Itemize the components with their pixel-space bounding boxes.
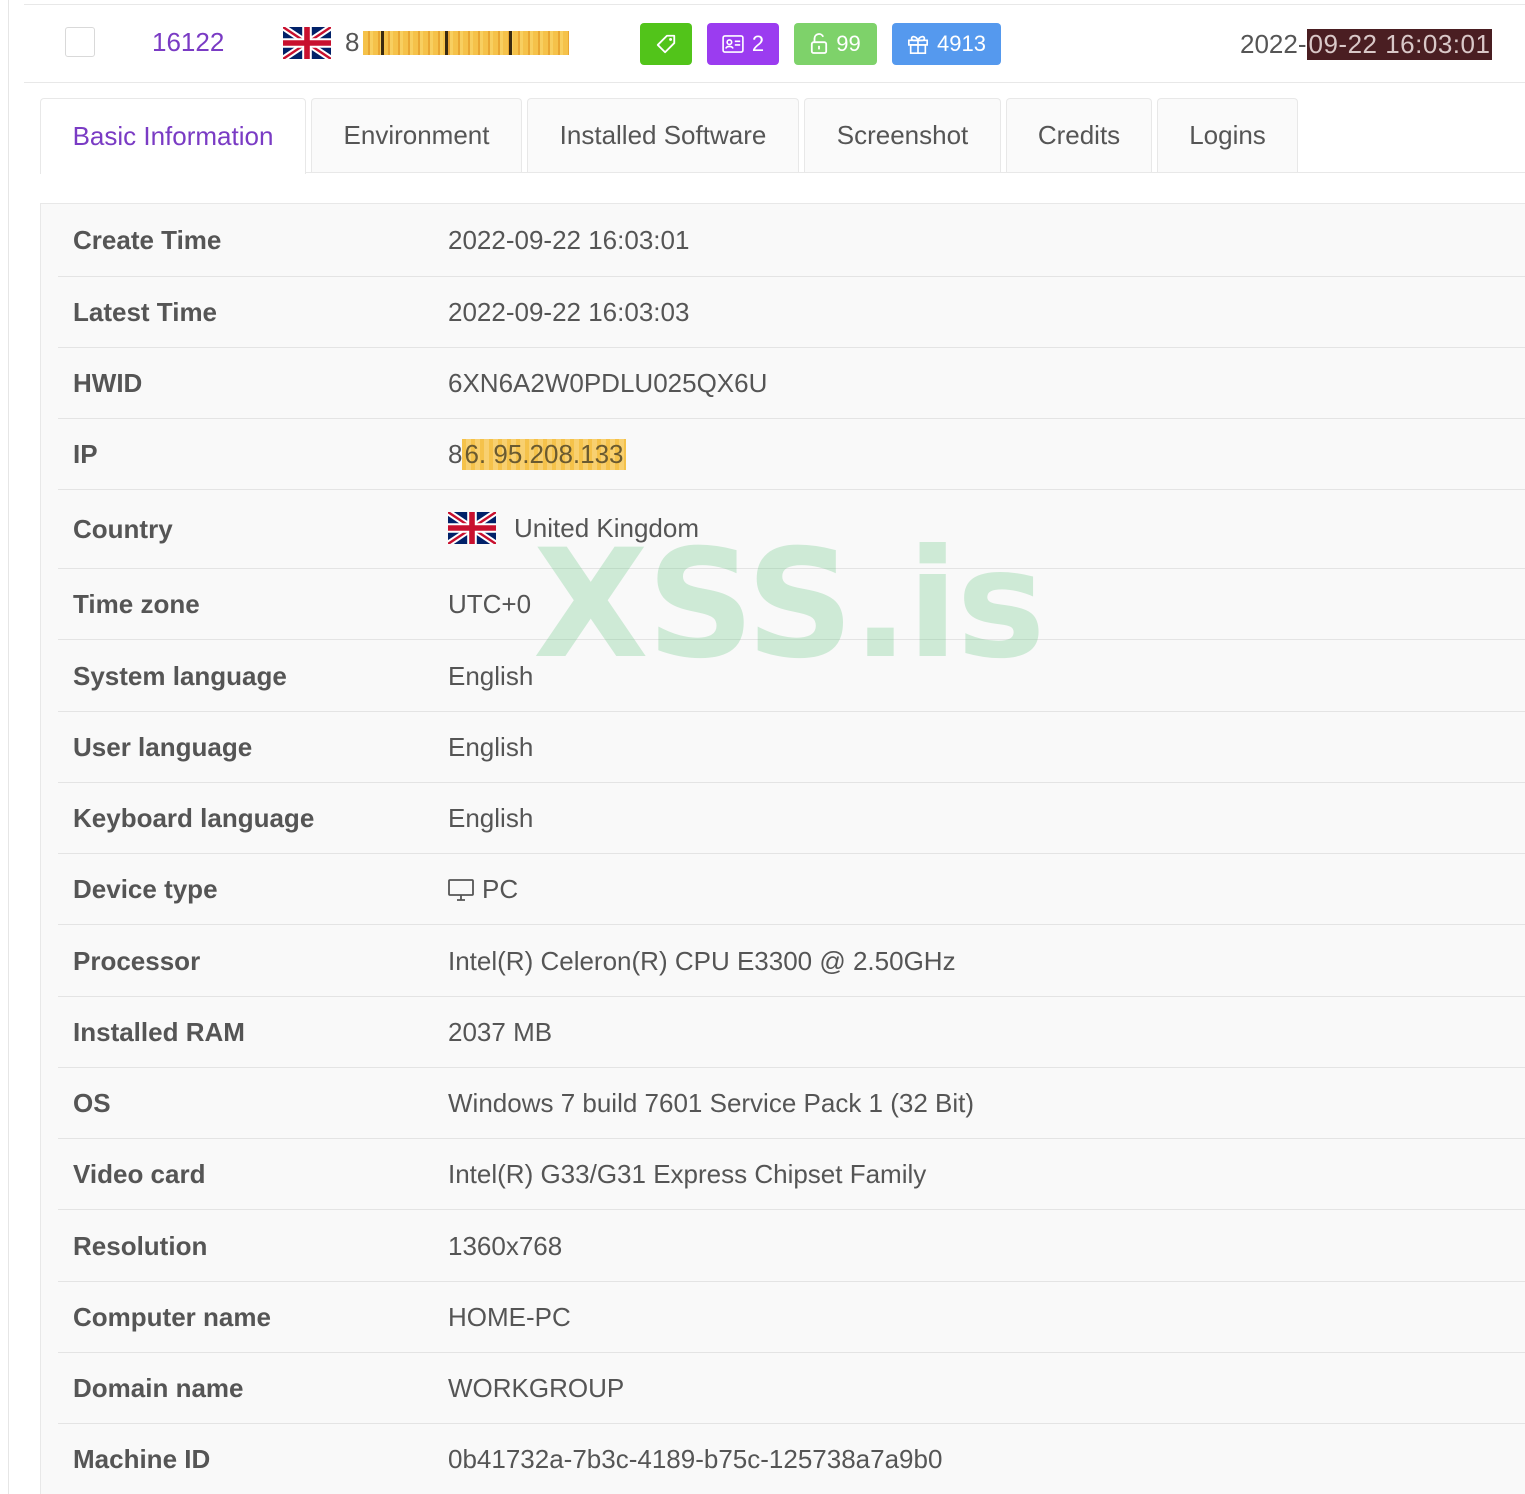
desktop-icon — [448, 878, 474, 902]
ip-redacted: 6. 95.208.133 — [462, 439, 626, 470]
log-detail-page: 16122 8 2 99 4913 2022-09-22 16:03:01 Ba… — [0, 0, 1525, 1494]
detail-value: Windows 7 build 7601 Service Pack 1 (32 … — [448, 1088, 975, 1118]
detail-row-device-type: Device type PC — [58, 854, 1525, 925]
detail-tabs: Basic Information Environment Installed … — [40, 98, 1298, 174]
detail-label: Keyboard language — [73, 803, 315, 833]
detail-value: HOME-PC — [448, 1302, 571, 1332]
row-date: 2022-09-22 16:03:01 — [1240, 29, 1493, 60]
id-card-badge[interactable]: 2 — [707, 23, 779, 65]
gift-badge[interactable]: 4913 — [892, 23, 1001, 65]
detail-row-keyboard-language: Keyboard language English — [58, 783, 1525, 854]
detail-row-installed-ram: Installed RAM 2037 MB — [58, 997, 1525, 1068]
detail-label: Country — [73, 514, 173, 544]
gift-count: 4913 — [937, 31, 986, 56]
detail-row-latest-time: Latest Time 2022-09-22 16:03:03 — [58, 277, 1525, 348]
tab-screenshot[interactable]: Screenshot — [804, 98, 1001, 172]
detail-label: Device type — [73, 874, 218, 904]
detail-label: Video card — [73, 1159, 206, 1189]
detail-value: WORKGROUP — [448, 1373, 625, 1403]
left-divider — [8, 0, 9, 1494]
ip-redaction-bar — [363, 30, 570, 55]
detail-row-create-time: Create Time 2022-09-22 16:03:01 — [58, 204, 1525, 277]
tag-badge[interactable] — [640, 23, 692, 65]
unlock-badge[interactable]: 99 — [794, 23, 877, 65]
unlock-icon — [810, 33, 828, 55]
detail-value: English — [448, 661, 534, 691]
row-select-checkbox[interactable] — [65, 27, 95, 57]
row-date-prefix: 2022- — [1240, 29, 1307, 59]
tabs-divider — [306, 172, 1525, 173]
row-ip-address: 8 — [345, 27, 570, 58]
detail-value: 1360x768 — [448, 1231, 563, 1261]
detail-row-video-card: Video card Intel(R) G33/G31 Express Chip… — [58, 1139, 1525, 1210]
log-summary-row[interactable]: 16122 8 2 99 4913 2022-09-22 16:03:01 — [24, 4, 1525, 83]
detail-row-computer-name: Computer name HOME-PC — [58, 1282, 1525, 1353]
detail-value: 6XN6A2W0PDLU025QX6U — [448, 368, 768, 398]
detail-row-os: OS Windows 7 build 7601 Service Pack 1 (… — [58, 1068, 1525, 1139]
detail-label: OS — [73, 1088, 111, 1118]
detail-label: Time zone — [73, 589, 200, 619]
uk-flag-icon — [448, 512, 496, 544]
detail-row-domain-name: Domain name WORKGROUP — [58, 1353, 1525, 1424]
detail-row-resolution: Resolution 1360x768 — [58, 1210, 1525, 1282]
detail-label: System language — [73, 661, 287, 691]
detail-label: User language — [73, 732, 253, 762]
row-ip-prefix: 8 — [345, 27, 360, 57]
ip-prefix: 8 — [448, 439, 463, 469]
tab-installed-software[interactable]: Installed Software — [527, 98, 799, 172]
detail-label: IP — [73, 439, 98, 469]
gift-icon — [907, 33, 929, 55]
detail-label: Resolution — [73, 1231, 208, 1261]
detail-label: Create Time — [73, 225, 222, 255]
detail-value: 2037 MB — [448, 1017, 553, 1047]
detail-value: Intel(R) Celeron(R) CPU E3300 @ 2.50GHz — [448, 946, 956, 976]
detail-row-country: Country United Kingdom — [58, 490, 1525, 569]
id-card-icon — [722, 35, 744, 53]
basic-information-panel: Create Time 2022-09-22 16:03:01 Latest T… — [40, 203, 1525, 1494]
tab-environment[interactable]: Environment — [311, 98, 522, 172]
detail-label: Domain name — [73, 1373, 244, 1403]
detail-row-ip: IP 8 6. 95.208.133 — [58, 419, 1525, 490]
detail-label: Latest Time — [73, 297, 218, 327]
row-date-redacted: 09-22 16:03:01 — [1306, 29, 1493, 60]
detail-value: 0b41732a-7b3c-4189-b75c-125738a7a9b0 — [448, 1444, 943, 1474]
tab-basic-information[interactable]: Basic Information — [40, 98, 306, 174]
detail-row-processor: Processor Intel(R) Celeron(R) CPU E3300 … — [58, 925, 1525, 997]
device-type-value: PC — [482, 874, 519, 904]
detail-value: English — [448, 803, 534, 833]
detail-value: Intel(R) G33/G31 Express Chipset Family — [448, 1159, 927, 1189]
detail-value: UTC+0 — [448, 589, 532, 619]
detail-row-time-zone: Time zone UTC+0 — [58, 569, 1525, 640]
detail-value: 2022-09-22 16:03:01 — [448, 225, 690, 255]
uk-flag-icon — [283, 27, 331, 59]
tag-icon — [655, 33, 677, 55]
log-id-link[interactable]: 16122 — [152, 27, 224, 58]
detail-row-user-language: User language English — [58, 712, 1525, 783]
detail-row-system-language: System language English — [58, 640, 1525, 712]
id-card-count: 2 — [751, 31, 765, 56]
detail-label: Machine ID — [73, 1444, 211, 1474]
detail-label: Processor — [73, 946, 201, 976]
tab-logins[interactable]: Logins — [1157, 98, 1298, 172]
detail-label: Installed RAM — [73, 1017, 245, 1047]
country-name: United Kingdom — [514, 512, 699, 543]
detail-value-country: United Kingdom — [448, 512, 699, 544]
detail-value: 2022-09-22 16:03:03 — [448, 297, 690, 327]
unlock-count: 99 — [836, 31, 861, 56]
detail-label: HWID — [73, 368, 143, 398]
detail-value: English — [448, 732, 534, 762]
detail-label: Computer name — [73, 1302, 271, 1332]
detail-value-device: PC — [448, 874, 518, 905]
detail-row-machine-id: Machine ID 0b41732a-7b3c-4189-b75c-12573… — [58, 1424, 1525, 1494]
detail-row-hwid: HWID 6XN6A2W0PDLU025QX6U — [58, 348, 1525, 419]
tab-credits[interactable]: Credits — [1006, 98, 1152, 172]
detail-value-ip: 8 6. 95.208.133 — [448, 439, 626, 470]
